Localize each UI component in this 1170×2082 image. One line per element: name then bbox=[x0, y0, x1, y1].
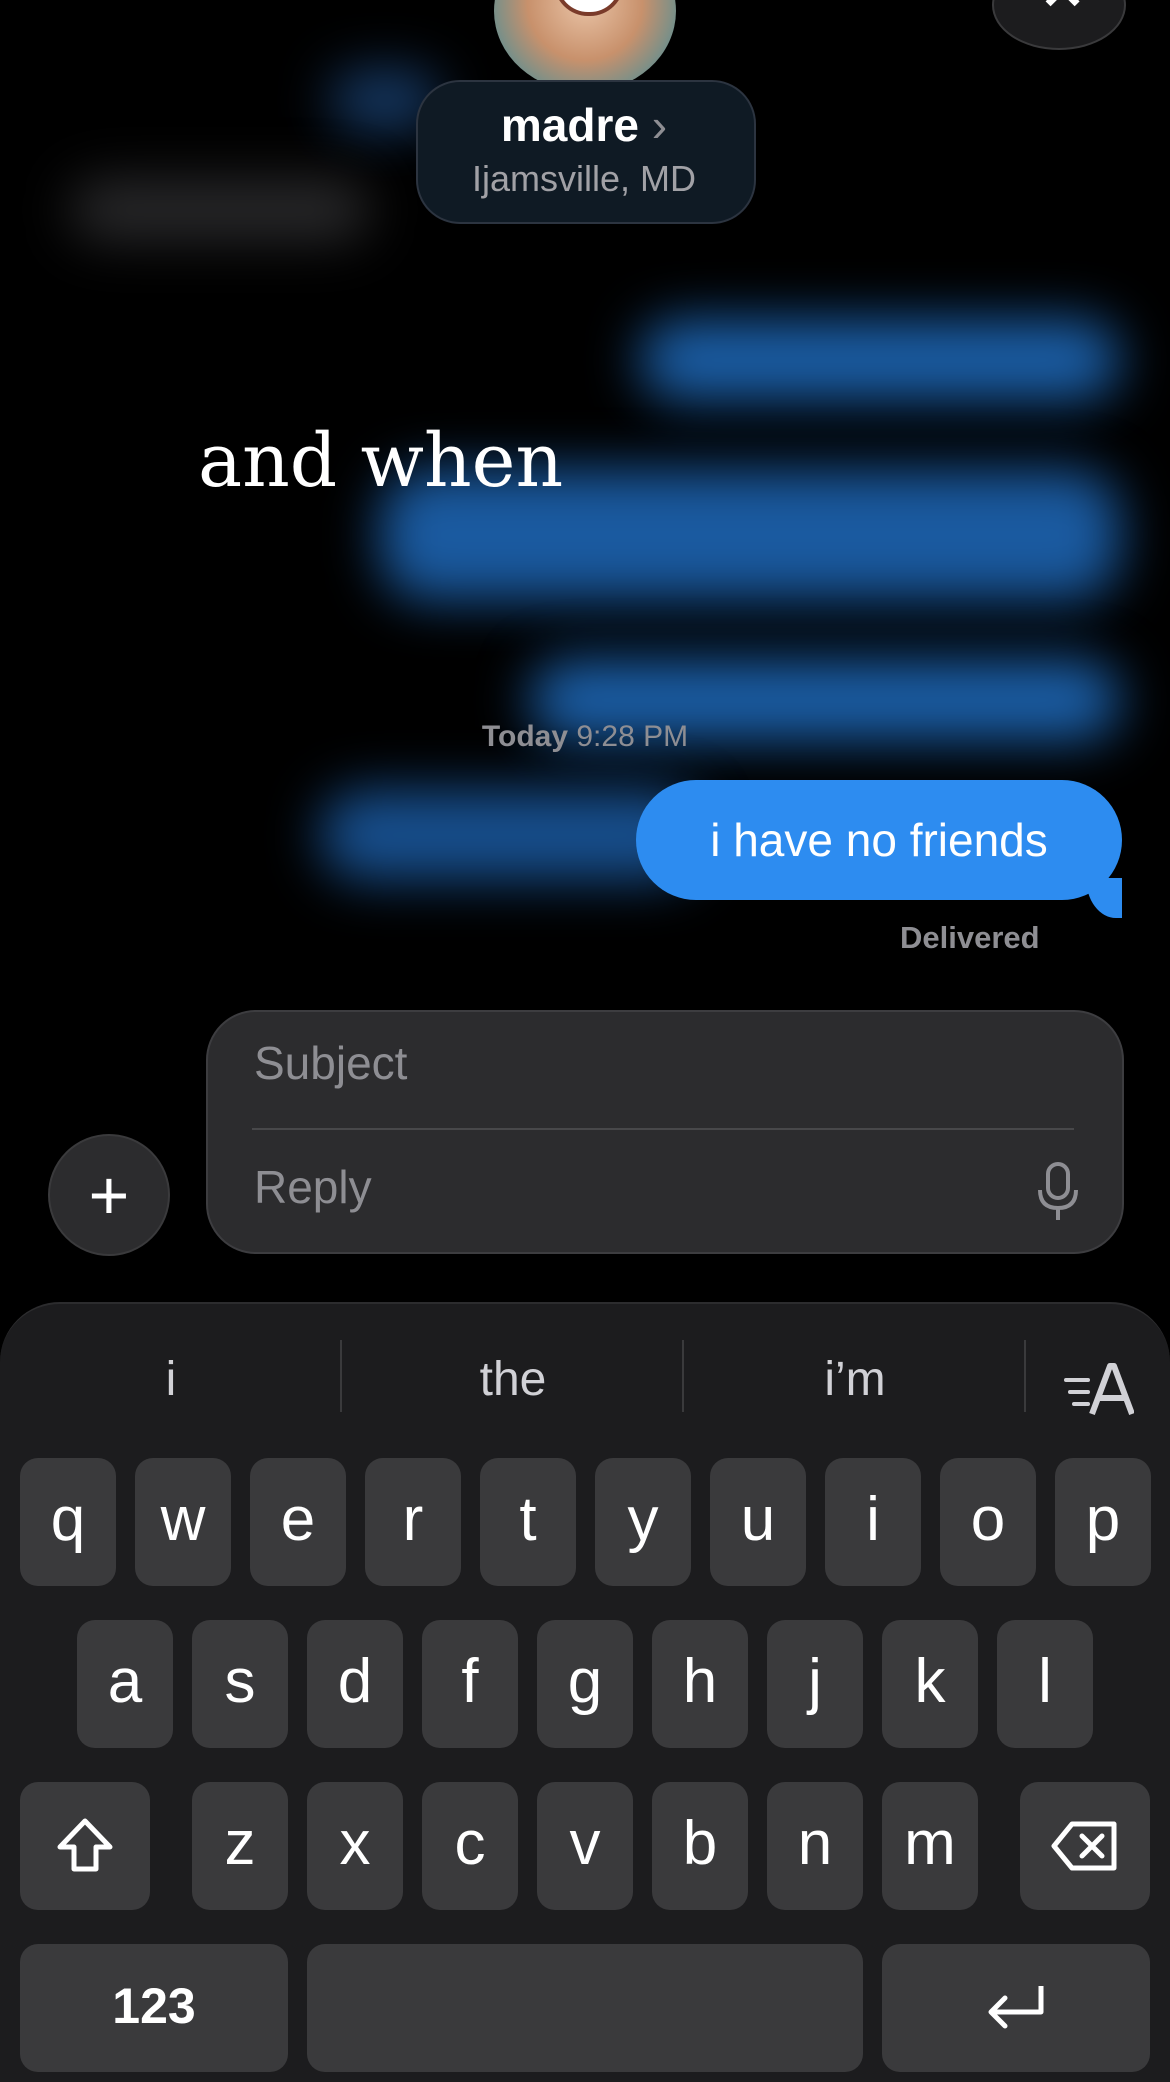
close-icon: ✕ bbox=[1040, 0, 1085, 18]
key-w[interactable]: w bbox=[135, 1458, 231, 1586]
blurred-message bbox=[640, 320, 1120, 400]
shift-icon bbox=[57, 1818, 113, 1872]
shift-key[interactable] bbox=[20, 1782, 150, 1910]
message-effect-text: and when bbox=[198, 418, 564, 504]
key-o[interactable]: o bbox=[940, 1458, 1036, 1586]
key-r[interactable]: r bbox=[365, 1458, 461, 1586]
suggestion-2[interactable]: the bbox=[380, 1340, 646, 1420]
suggestion-1[interactable]: i bbox=[40, 1340, 302, 1420]
numbers-key[interactable]: 123 bbox=[20, 1944, 288, 2072]
timestamp-time: 9:28 PM bbox=[576, 720, 689, 753]
key-f[interactable]: f bbox=[422, 1620, 518, 1748]
key-v[interactable]: v bbox=[537, 1782, 633, 1910]
add-attachment-button[interactable]: + bbox=[48, 1134, 170, 1256]
key-q[interactable]: q bbox=[20, 1458, 116, 1586]
suggestion-divider bbox=[340, 1340, 342, 1412]
suggestion-divider bbox=[682, 1340, 684, 1412]
key-p[interactable]: p bbox=[1055, 1458, 1151, 1586]
return-key[interactable] bbox=[882, 1944, 1150, 2072]
microphone-icon[interactable] bbox=[1034, 1162, 1082, 1222]
backspace-icon bbox=[1051, 1821, 1117, 1871]
key-k[interactable]: k bbox=[882, 1620, 978, 1748]
contact-location: Ijamsville, MD bbox=[471, 158, 696, 199]
key-j[interactable]: j bbox=[767, 1620, 863, 1748]
suggestion-divider bbox=[1024, 1340, 1026, 1412]
message-timestamp: Today 9:28 PM bbox=[0, 720, 1170, 754]
avatar-smile bbox=[554, 0, 624, 16]
subject-field[interactable]: Subject bbox=[254, 1036, 407, 1090]
delete-key[interactable] bbox=[1020, 1782, 1150, 1910]
plus-icon: + bbox=[88, 1156, 130, 1234]
key-y[interactable]: y bbox=[595, 1458, 691, 1586]
key-e[interactable]: e bbox=[250, 1458, 346, 1586]
compose-divider bbox=[252, 1128, 1074, 1130]
key-s[interactable]: s bbox=[192, 1620, 288, 1748]
suggestion-3[interactable]: i’m bbox=[722, 1340, 988, 1420]
contact-avatar[interactable] bbox=[494, 0, 676, 92]
key-d[interactable]: d bbox=[307, 1620, 403, 1748]
key-l[interactable]: l bbox=[997, 1620, 1093, 1748]
key-c[interactable]: c bbox=[422, 1782, 518, 1910]
timestamp-day: Today bbox=[481, 720, 569, 753]
contact-name[interactable]: madre › bbox=[416, 98, 752, 152]
key-m[interactable]: m bbox=[882, 1782, 978, 1910]
sent-message-bubble[interactable]: i have no friends bbox=[636, 780, 1122, 900]
contact-name-text: madre bbox=[500, 99, 639, 151]
key-t[interactable]: t bbox=[480, 1458, 576, 1586]
space-key[interactable] bbox=[307, 1944, 863, 2072]
key-g[interactable]: g bbox=[537, 1620, 633, 1748]
close-button[interactable]: ✕ bbox=[992, 0, 1126, 50]
reply-field[interactable]: Reply bbox=[254, 1160, 372, 1214]
text-effects-icon[interactable] bbox=[1062, 1358, 1134, 1418]
key-x[interactable]: x bbox=[307, 1782, 403, 1910]
key-i[interactable]: i bbox=[825, 1458, 921, 1586]
key-z[interactable]: z bbox=[192, 1782, 288, 1910]
blurred-message bbox=[70, 180, 370, 240]
delivery-status: Delivered bbox=[900, 920, 1040, 955]
key-a[interactable]: a bbox=[77, 1620, 173, 1748]
return-icon bbox=[988, 1986, 1044, 2029]
chevron-right-icon: › bbox=[651, 99, 668, 151]
key-h[interactable]: h bbox=[652, 1620, 748, 1748]
key-b[interactable]: b bbox=[652, 1782, 748, 1910]
key-n[interactable]: n bbox=[767, 1782, 863, 1910]
key-u[interactable]: u bbox=[710, 1458, 806, 1586]
